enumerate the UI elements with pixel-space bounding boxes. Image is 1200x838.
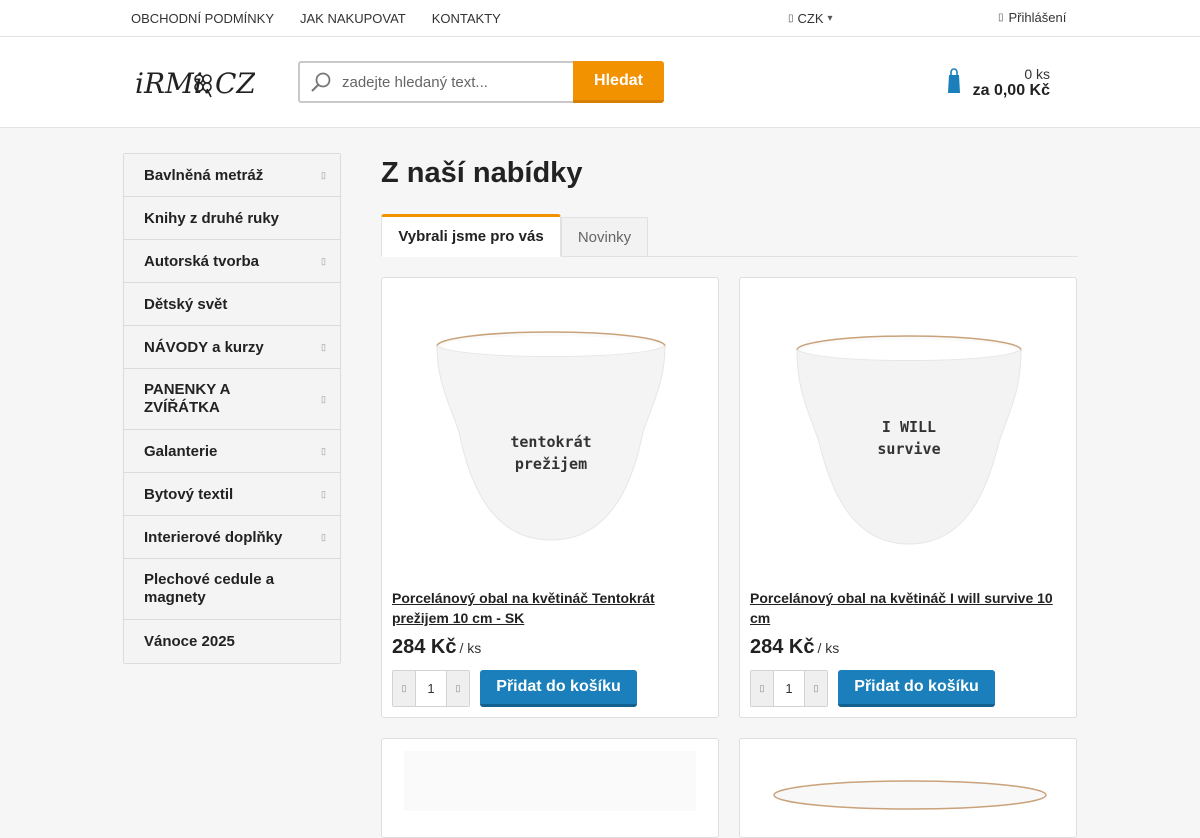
sidebar-item-galanterie[interactable]: Galanterie ▯ xyxy=(124,430,340,473)
product-tabs: Vybrali jsme pro vás Novinky xyxy=(381,214,1078,257)
tab-novinky[interactable]: Novinky xyxy=(561,217,648,257)
product-image[interactable]: I WILL survive xyxy=(752,292,1066,582)
sidebar-item-label: Interierové doplňky xyxy=(144,528,283,546)
cup-illustration: tentokrát prežijem xyxy=(436,331,666,541)
decrease-icon[interactable]: ▯ xyxy=(751,671,773,706)
page-title: Z naší nabídky xyxy=(381,157,583,189)
sidebar-item-label: NÁVODY a kurzy xyxy=(144,338,264,356)
product-image[interactable] xyxy=(772,775,1048,815)
sidebar-item-bytovy-textil[interactable]: Bytový textil ▯ xyxy=(124,473,340,516)
chevron-right-icon: ▯ xyxy=(321,255,326,266)
product-card xyxy=(739,738,1077,838)
product-image[interactable]: tentokrát prežijem xyxy=(394,292,708,582)
product-name-link[interactable]: Porcelánový obal na květináč Tentokrát p… xyxy=(392,588,710,628)
cart-summary[interactable]: 0 ks za 0,00 Kč xyxy=(944,63,1050,103)
price-value: 284 Kč xyxy=(750,636,815,658)
top-bar: OBCHODNÍ PODMÍNKY JAK NAKUPOVAT KONTAKTY… xyxy=(0,0,1200,37)
chevron-right-icon: ▯ xyxy=(321,394,326,404)
sidebar-item-vanoce[interactable]: Vánoce 2025 xyxy=(124,620,340,663)
login-link[interactable]: ▯ Přihlášení xyxy=(998,0,1066,34)
cup-print-line1: tentokrát xyxy=(510,433,591,451)
chevron-right-icon: ▯ xyxy=(321,488,326,499)
sidebar-item-label: Vánoce 2025 xyxy=(144,633,235,650)
sidebar-item-navody[interactable]: NÁVODY a kurzy ▯ xyxy=(124,326,340,369)
quantity-stepper: ▯ ▯ xyxy=(750,670,828,707)
increase-icon[interactable]: ▯ xyxy=(805,671,827,706)
header: iRMi. CZ Hledat 0 ks za 0,00 Kč xyxy=(0,37,1200,128)
quantity-input[interactable] xyxy=(415,671,447,706)
product-card: tentokrát prežijem Porcelánový obal na k… xyxy=(381,277,719,718)
product-price: 284 Kč / ks xyxy=(750,636,839,659)
sidebar-item-label: Plechové cedule a magnety xyxy=(144,571,275,606)
price-unit: / ks xyxy=(817,640,840,656)
search-button[interactable]: Hledat xyxy=(573,61,664,103)
price-unit: / ks xyxy=(459,640,482,656)
login-label: Přihlášení xyxy=(1008,9,1067,25)
search-icon xyxy=(311,72,331,92)
sidebar-item-label: Galanterie xyxy=(144,442,218,460)
sidebar-item-interierove-doplnky[interactable]: Interierové doplňky ▯ xyxy=(124,516,340,559)
cart-total: za 0,00 Kč xyxy=(972,82,1050,99)
chevron-right-icon: ▯ xyxy=(321,445,326,456)
user-icon: ▯ xyxy=(998,11,1004,23)
category-sidebar: Bavlněná metráž ▯ Knihy z druhé ruky Auto… xyxy=(123,153,341,664)
currency-label: CZK xyxy=(797,10,824,26)
sidebar-item-label: Knihy z druhé ruky xyxy=(144,209,280,227)
search-bar: Hledat xyxy=(298,61,664,103)
price-value: 284 Kč xyxy=(392,636,457,658)
product-name-link[interactable]: Porcelánový obal na květináč I will surv… xyxy=(750,588,1068,628)
increase-icon[interactable]: ▯ xyxy=(447,671,469,706)
menu-item-kontakty[interactable]: KONTAKTY xyxy=(432,11,501,26)
quantity-input[interactable] xyxy=(773,671,805,706)
cart-quantity: 0 ks xyxy=(1024,66,1050,82)
cup-print-line1: I WILL xyxy=(882,418,936,436)
sidebar-item-label: Bavlněná metráž xyxy=(144,166,264,184)
sidebar-item-detsky-svet[interactable]: Dětský svět xyxy=(124,283,340,326)
add-to-cart-button[interactable]: Přidat do košíku xyxy=(480,670,637,707)
chevron-down-icon: ▾ xyxy=(827,12,833,24)
search-input[interactable] xyxy=(342,73,562,91)
decrease-icon[interactable]: ▯ xyxy=(393,671,415,706)
chevron-right-icon: ▯ xyxy=(321,531,326,542)
quantity-stepper: ▯ ▯ xyxy=(392,670,470,707)
cup-print-line2: survive xyxy=(877,440,940,458)
sidebar-item-autorska-tvorba[interactable]: Autorská tvorba ▯ xyxy=(124,240,340,283)
sidebar-item-label: PANENKY A ZVÍŘÁTKA xyxy=(144,381,230,416)
cup-illustration: I WILL survive xyxy=(796,335,1022,545)
shopping-bag-icon xyxy=(948,68,960,93)
product-card: I WILL survive Porcelánový obal na květi… xyxy=(739,277,1077,718)
chevron-right-icon: ▯ xyxy=(321,169,326,180)
cup-print-line2: prežijem xyxy=(515,455,587,473)
sidebar-item-plechove-cedule[interactable]: Plechové cedule a magnety xyxy=(124,559,340,620)
product-card xyxy=(381,738,719,838)
search-field xyxy=(298,61,573,103)
sidebar-item-label: Dětský svět xyxy=(144,295,228,313)
product-price: 284 Kč / ks xyxy=(392,636,481,659)
sidebar-item-panenky[interactable]: PANENKY A ZVÍŘÁTKA ▯ xyxy=(124,369,340,430)
product-image[interactable] xyxy=(404,751,696,811)
site-logo[interactable]: iRMi. CZ xyxy=(135,63,255,103)
sidebar-item-knihy[interactable]: Knihy z druhé ruky xyxy=(124,197,340,240)
tab-vybrali-jsme[interactable]: Vybrali jsme pro vás xyxy=(381,214,561,257)
add-to-cart-button[interactable]: Přidat do košíku xyxy=(838,670,995,707)
top-menu: OBCHODNÍ PODMÍNKY JAK NAKUPOVAT KONTAKTY xyxy=(131,0,501,36)
main-content: Z naší nabídky Vybrali jsme pro vás Novi… xyxy=(381,153,1078,257)
chevron-right-icon: ▯ xyxy=(321,341,326,352)
svg-text:CZ: CZ xyxy=(215,67,255,100)
menu-item-jak-nakupovat[interactable]: JAK NAKUPOVAT xyxy=(300,11,406,26)
sidebar-item-label: Autorská tvorba xyxy=(144,252,260,270)
menu-item-obchodni-podminky[interactable]: OBCHODNÍ PODMÍNKY xyxy=(131,11,274,26)
sidebar-item-label: Bytový textil xyxy=(144,485,234,503)
currency-icon: ▯ xyxy=(788,12,794,24)
sidebar-item-bavlnena-metraz[interactable]: Bavlněná metráž ▯ xyxy=(124,154,340,197)
currency-selector[interactable]: ▯ CZK ▾ xyxy=(788,0,833,36)
